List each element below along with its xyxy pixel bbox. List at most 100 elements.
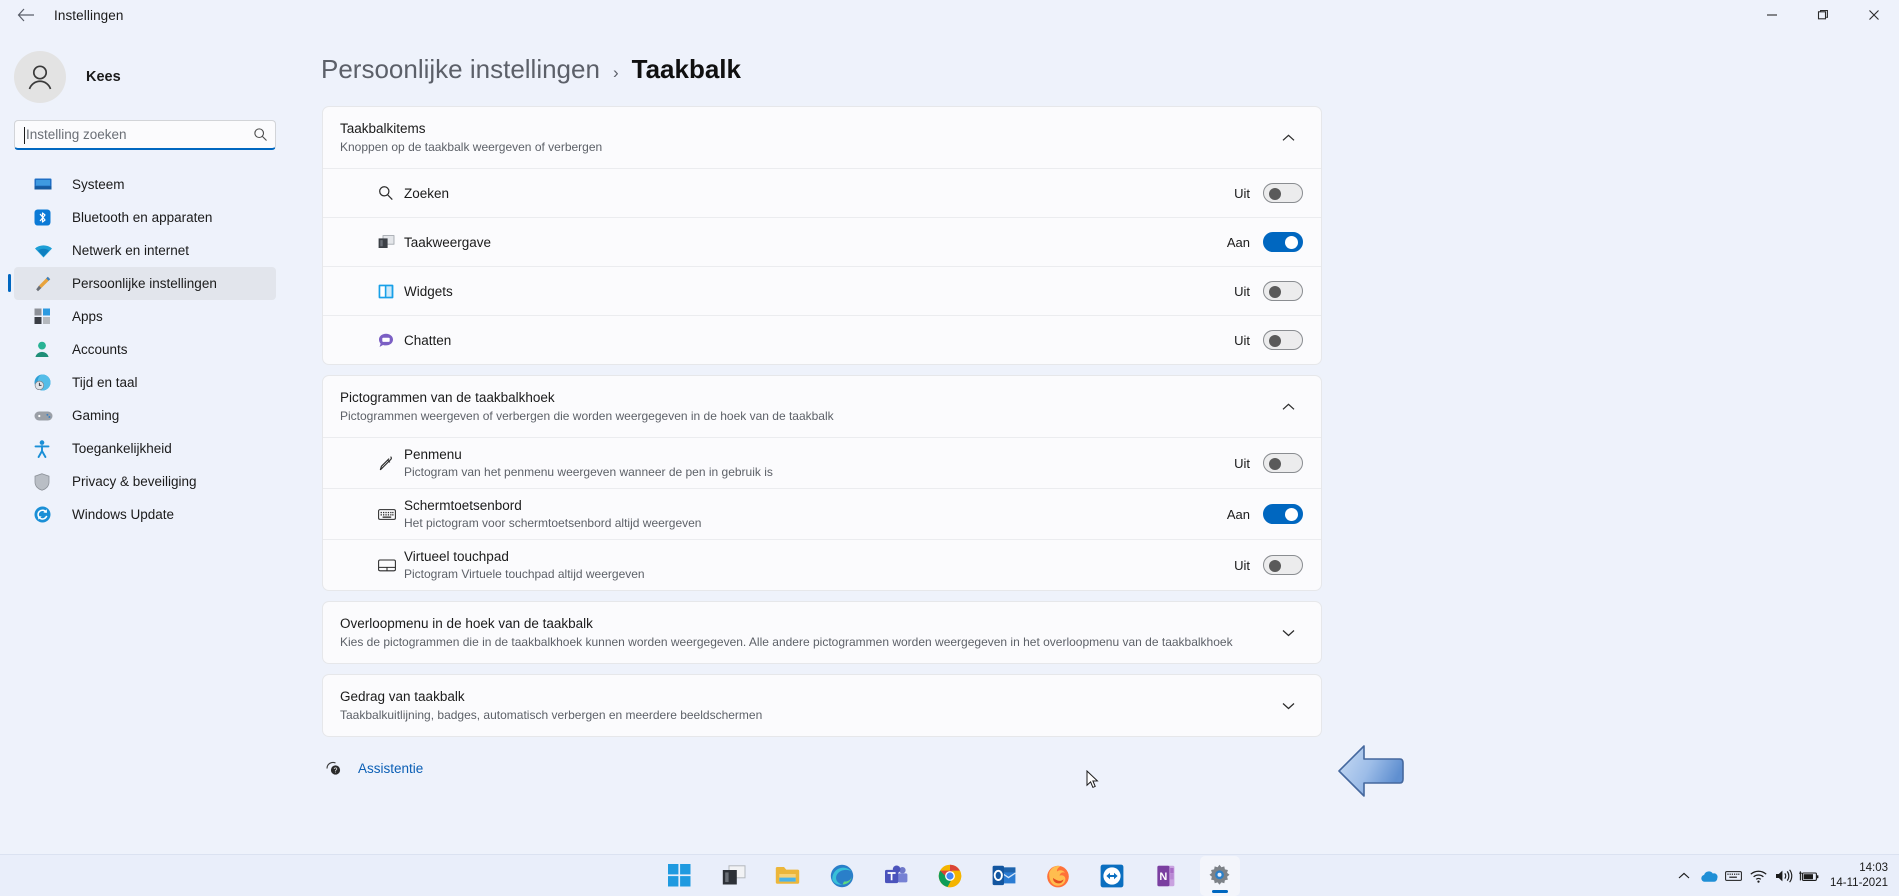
toggle-switch[interactable]: [1263, 183, 1303, 203]
close-button[interactable]: [1848, 0, 1899, 30]
teamviewer[interactable]: [1092, 856, 1132, 896]
chevron-down-icon[interactable]: [1273, 629, 1303, 637]
task-view-button[interactable]: [714, 856, 754, 896]
microsoft-outlook[interactable]: [984, 856, 1024, 896]
assistance-row[interactable]: ? Assistentie: [322, 760, 1899, 776]
setting-row-widgets[interactable]: Widgets Uit: [323, 266, 1321, 315]
row-subtitle: Pictogram van het penmenu weergeven wann…: [404, 465, 773, 479]
section-header[interactable]: Overloopmenu in de hoek van de taakbalk …: [323, 602, 1321, 663]
toggle-switch[interactable]: [1263, 232, 1303, 252]
toggle-group[interactable]: Uit: [1224, 330, 1303, 350]
sidebar-item-label: Toegankelijkheid: [72, 441, 172, 456]
toggle-group[interactable]: Aan: [1224, 504, 1303, 524]
gamepad-icon: [34, 406, 56, 426]
mozilla-firefox[interactable]: [1038, 856, 1078, 896]
toggle-switch[interactable]: [1263, 281, 1303, 301]
user-profile[interactable]: Kees: [0, 30, 290, 106]
sidebar-item-gaming[interactable]: Gaming: [14, 399, 276, 432]
left-arrow-annotation: [1337, 744, 1405, 803]
toggle-group[interactable]: Uit: [1224, 453, 1303, 473]
toggle-state-label: Uit: [1234, 557, 1250, 573]
sidebar-item-tijd-en-taal[interactable]: Tijd en taal: [14, 366, 276, 399]
pen-icon: [378, 455, 404, 472]
toggle-switch[interactable]: [1263, 330, 1303, 350]
search-icon[interactable]: [245, 127, 275, 142]
setting-row-schermtoetsenbord[interactable]: Schermtoetsenbord Het pictogram voor sch…: [323, 488, 1321, 539]
toggle-switch[interactable]: [1263, 504, 1303, 524]
setting-row-chatten[interactable]: Chatten Uit: [323, 315, 1321, 364]
section-header[interactable]: Pictogrammen van de taakbalkhoek Pictogr…: [323, 376, 1321, 437]
microsoft-edge[interactable]: [822, 856, 862, 896]
wifi-tray-icon[interactable]: [1746, 855, 1771, 896]
section-overloopmenu: Overloopmenu in de hoek van de taakbalk …: [322, 601, 1322, 664]
section-title: Pictogrammen van de taakbalkhoek: [340, 390, 555, 405]
onedrive-icon[interactable]: [1696, 855, 1721, 896]
search-box[interactable]: [14, 120, 276, 150]
search-icon: [378, 185, 404, 201]
setting-row-zoeken[interactable]: Zoeken Uit: [323, 168, 1321, 217]
mouse-cursor: [1086, 769, 1099, 794]
row-title: Zoeken: [404, 185, 450, 201]
tray-overflow-chevron-icon[interactable]: [1671, 855, 1696, 896]
toggle-group[interactable]: Aan: [1224, 232, 1303, 252]
sidebar-item-systeem[interactable]: Systeem: [14, 168, 276, 201]
microsoft-teams[interactable]: [876, 856, 916, 896]
minimize-button[interactable]: [1746, 0, 1797, 30]
maximize-button[interactable]: [1797, 0, 1848, 30]
help-question-icon: ?: [322, 760, 344, 776]
sidebar-item-toegankelijkheid[interactable]: Toegankelijkheid: [14, 432, 276, 465]
sidebar-item-bluetooth-en-apparaten[interactable]: Bluetooth en apparaten: [14, 201, 276, 234]
sidebar-item-accounts[interactable]: Accounts: [14, 333, 276, 366]
back-button[interactable]: [6, 1, 46, 29]
clock-date[interactable]: 14:03 14-11-2021: [1830, 861, 1888, 891]
row-subtitle: Pictogram Virtuele touchpad altijd weerg…: [404, 567, 645, 581]
toggle-group[interactable]: Uit: [1224, 555, 1303, 575]
sidebar-item-label: Windows Update: [72, 507, 175, 522]
svg-text:?: ?: [333, 768, 337, 775]
back-arrow-icon: [17, 8, 34, 22]
sidebar-item-label: Tijd en taal: [72, 375, 138, 390]
chevron-up-icon[interactable]: [1273, 133, 1303, 142]
system-tray: 14:03 14-11-2021: [1671, 855, 1899, 896]
volume-tray-icon[interactable]: [1771, 855, 1796, 896]
keyboard-icon: [378, 508, 404, 521]
sidebar-item-apps[interactable]: Apps: [14, 300, 276, 333]
section-header[interactable]: Gedrag van taakbalk Taakbalkuitlijning, …: [323, 675, 1321, 736]
section-subtitle: Pictogrammen weergeven of verbergen die …: [340, 409, 834, 423]
chevron-up-icon[interactable]: [1273, 402, 1303, 411]
search-input[interactable]: [15, 127, 245, 142]
toggle-group[interactable]: Uit: [1224, 183, 1303, 203]
shield-icon: [34, 472, 56, 492]
setting-row-taakweergave[interactable]: Taakweergave Aan: [323, 217, 1321, 266]
setting-row-virtueel-touchpad[interactable]: Virtueel touchpad Pictogram Virtuele tou…: [323, 539, 1321, 590]
section-header[interactable]: Taakbalkitems Knoppen op de taakbalk wee…: [323, 107, 1321, 168]
toggle-switch[interactable]: [1263, 555, 1303, 575]
settings[interactable]: [1199, 855, 1240, 896]
taskbar: N 14:03 14-11-2021: [0, 854, 1899, 896]
assistance-link[interactable]: Assistentie: [358, 761, 423, 776]
section-taakbalkitems: Taakbalkitems Knoppen op de taakbalk wee…: [322, 106, 1322, 365]
breadcrumb: Persoonlijke instellingen › Taakbalk: [290, 30, 1899, 85]
widgets-icon: [378, 284, 404, 299]
sidebar-item-netwerk-en-internet[interactable]: Netwerk en internet: [14, 234, 276, 267]
start-button[interactable]: [660, 856, 700, 896]
section-subtitle: Taakbalkuitlijning, badges, automatisch …: [340, 708, 763, 722]
breadcrumb-parent[interactable]: Persoonlijke instellingen: [321, 54, 600, 85]
sidebar-item-privacy-beveiliging[interactable]: Privacy & beveiliging: [14, 465, 276, 498]
battery-tray-icon[interactable]: [1796, 855, 1821, 896]
toggle-switch[interactable]: [1263, 453, 1303, 473]
setting-row-penmenu[interactable]: Penmenu Pictogram van het penmenu weerge…: [323, 437, 1321, 488]
section-title: Taakbalkitems: [340, 121, 426, 136]
chevron-down-icon[interactable]: [1273, 702, 1303, 710]
title-bar: Instellingen: [0, 0, 1899, 30]
touchpad-icon: [378, 558, 404, 572]
keyboard-tray-icon[interactable]: [1721, 855, 1746, 896]
avatar: [14, 51, 66, 103]
sidebar-item-windows-update[interactable]: Windows Update: [14, 498, 276, 531]
sidebar-item-persoonlijke-instellingen[interactable]: Persoonlijke instellingen: [8, 267, 276, 300]
file-explorer[interactable]: [768, 856, 808, 896]
microsoft-onenote[interactable]: N: [1146, 856, 1186, 896]
toggle-group[interactable]: Uit: [1224, 281, 1303, 301]
google-chrome[interactable]: [930, 856, 970, 896]
section-subtitle: Kies de pictogrammen die in de taakbalkh…: [340, 635, 1233, 649]
